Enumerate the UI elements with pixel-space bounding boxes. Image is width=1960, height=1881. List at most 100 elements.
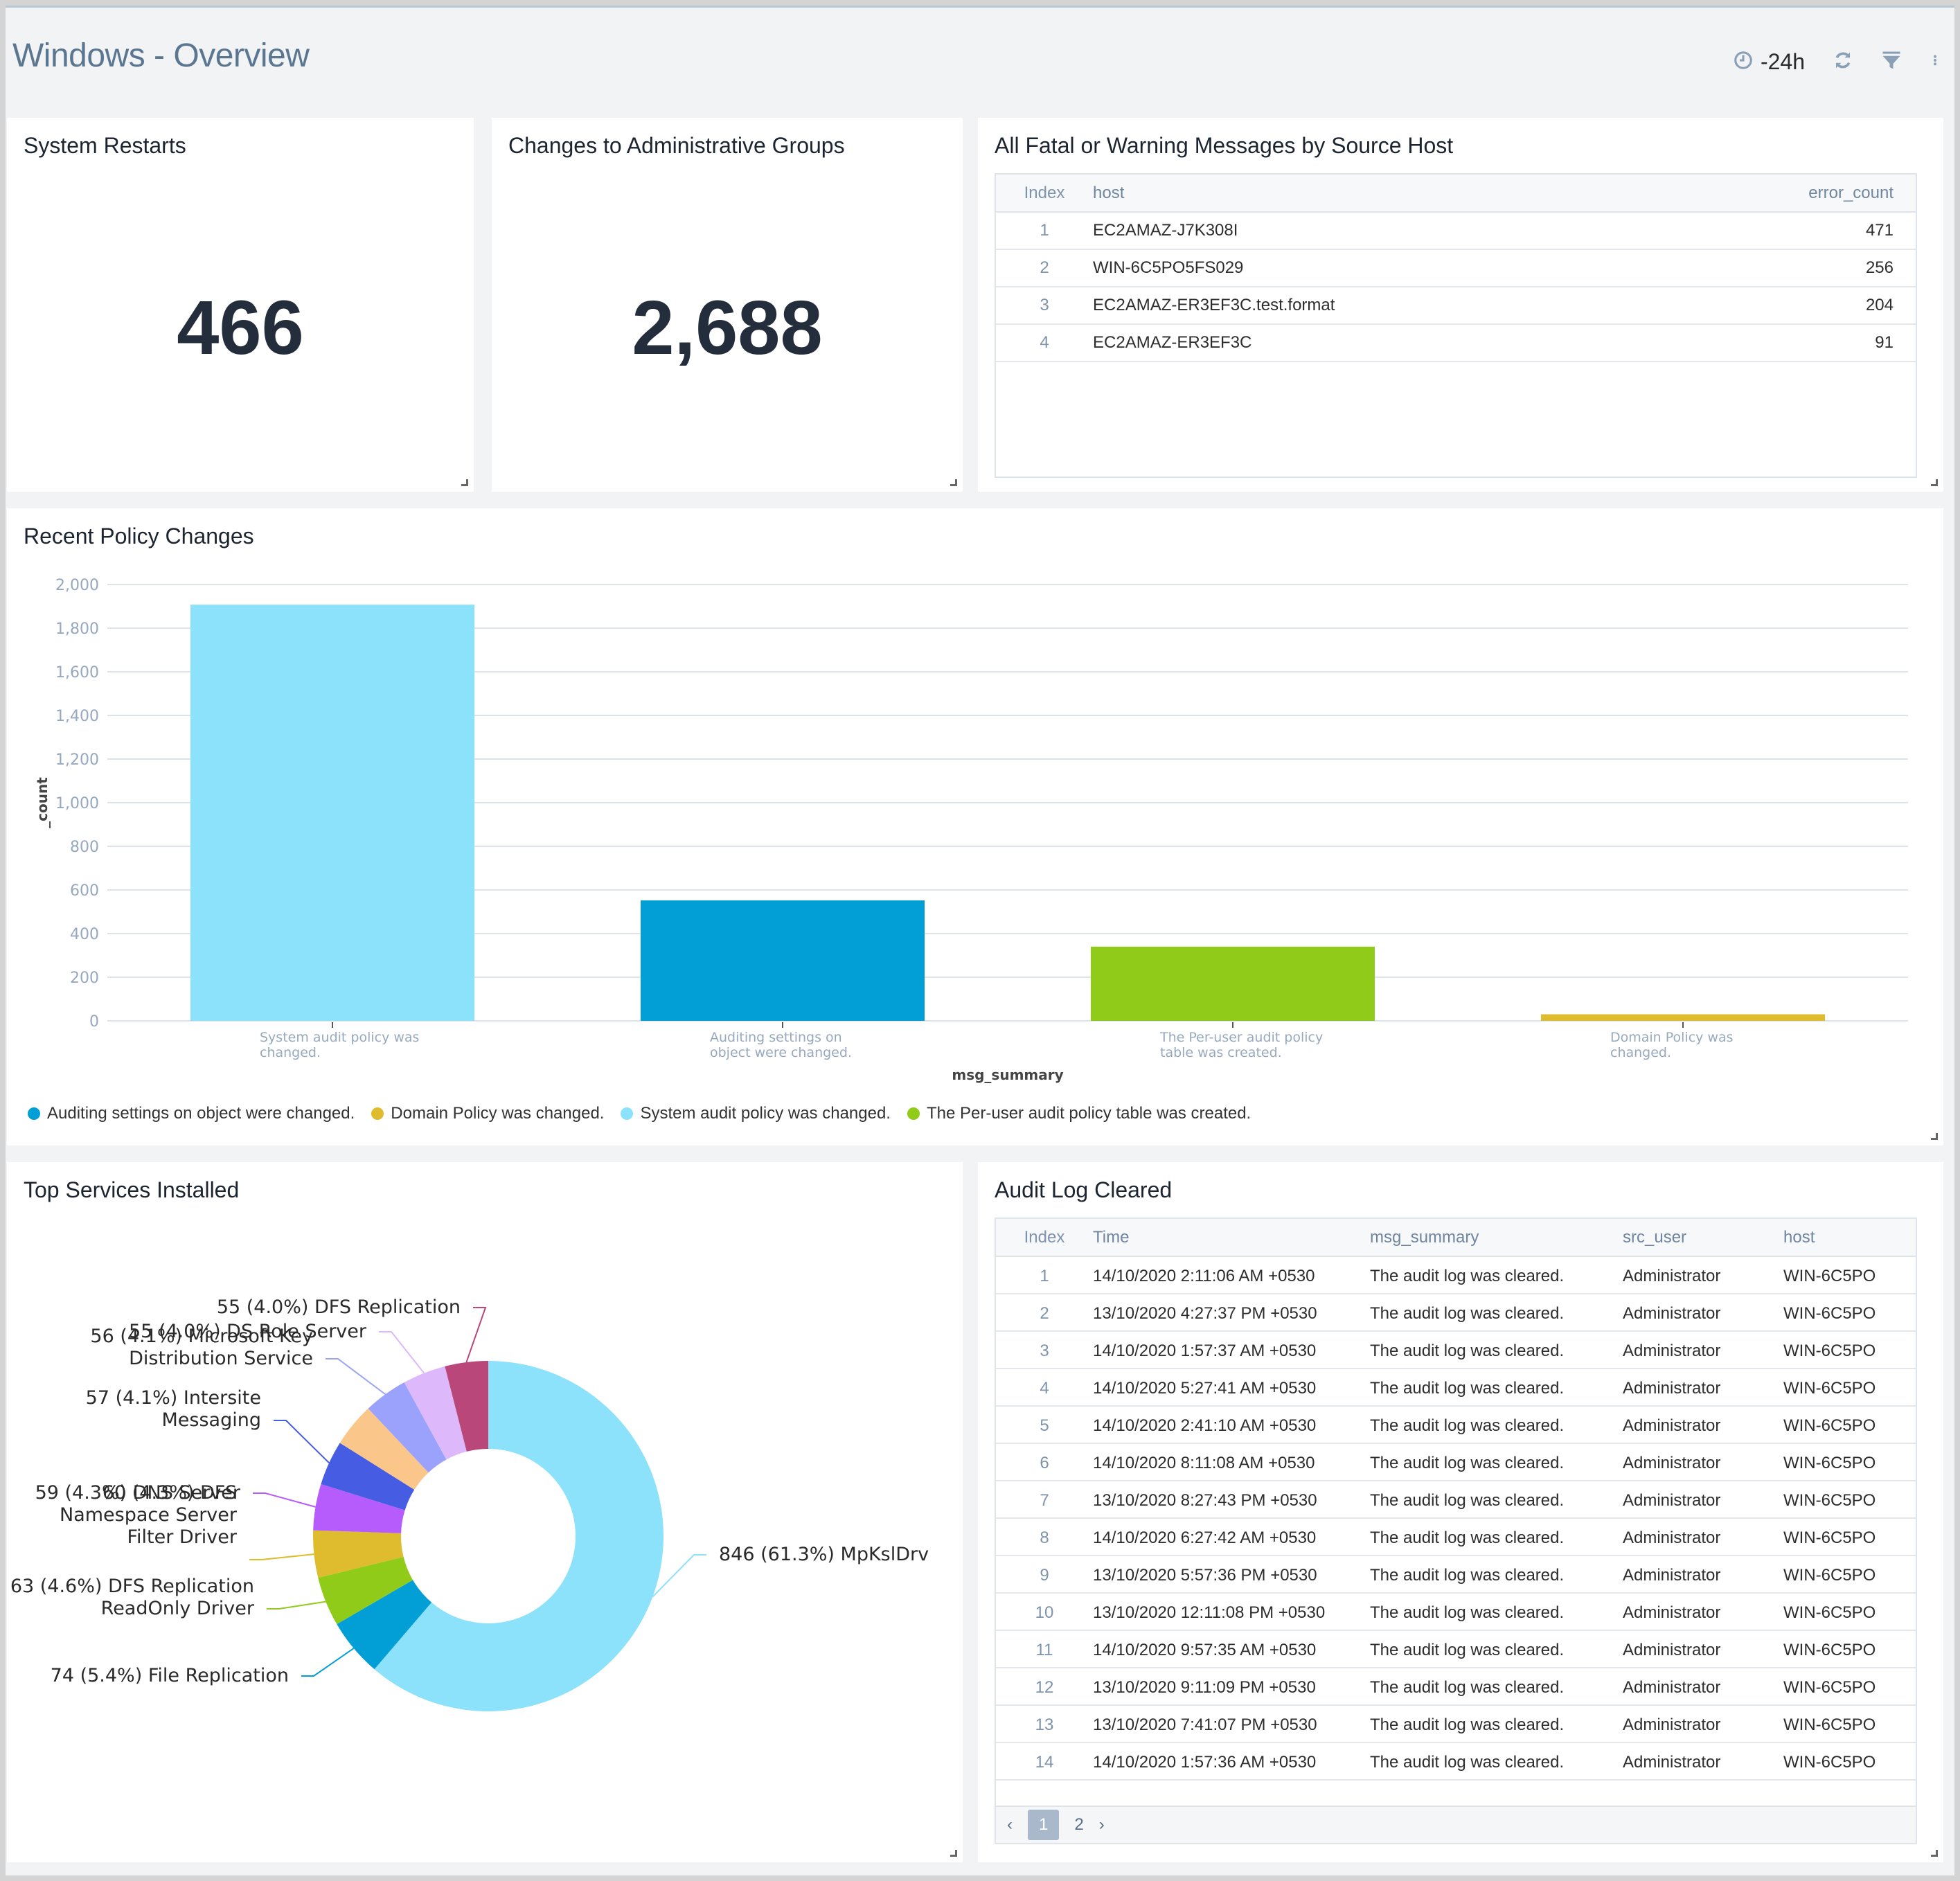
pagination: ‹ 1 2 › — [996, 1806, 1916, 1843]
row-time: 14/10/2020 8:11:08 AM +0530 — [1093, 1443, 1370, 1481]
row-src-user: Administrator — [1623, 1369, 1783, 1407]
table-row[interactable]: 3 EC2AMAZ-ER3EF3C.test.format 204 — [996, 287, 1916, 325]
row-host: EC2AMAZ-J7K308I — [1093, 212, 1664, 250]
row-host: WIN-6C5PO — [1783, 1331, 1916, 1369]
row-src-user: Administrator — [1623, 1443, 1783, 1481]
row-index: 4 — [996, 324, 1093, 362]
label-connector — [249, 1553, 314, 1560]
audit-log-table: Index Time msg_summary src_user host 1 1… — [995, 1218, 1917, 1844]
row-host: WIN-6C5PO — [1783, 1481, 1916, 1519]
slice-label: 59 (4.3%) DNS Server — [35, 1482, 241, 1504]
row-src-user: Administrator — [1623, 1668, 1783, 1706]
table-row[interactable]: 14 14/10/2020 1:57:36 AM +0530 The audit… — [996, 1742, 1916, 1781]
table-row[interactable]: 9 13/10/2020 5:57:36 PM +0530 The audit … — [996, 1555, 1916, 1594]
row-error-count: 91 — [1663, 324, 1916, 362]
table-row[interactable]: 4 14/10/2020 5:27:41 AM +0530 The audit … — [996, 1369, 1916, 1407]
row-host: EC2AMAZ-ER3EF3C.test.format — [1093, 287, 1664, 325]
column-header-host[interactable]: host — [1783, 1219, 1916, 1257]
table-row[interactable]: 6 14/10/2020 8:11:08 AM +0530 The audit … — [996, 1443, 1916, 1481]
row-msg-summary: The audit log was cleared. — [1370, 1555, 1623, 1594]
legend-item[interactable]: Auditing settings on object were changed… — [28, 1104, 355, 1123]
table-row[interactable]: 1 14/10/2020 2:11:06 AM +0530 The audit … — [996, 1256, 1916, 1294]
row-error-count: 471 — [1663, 212, 1916, 250]
row-index: 11 — [996, 1630, 1093, 1668]
row-msg-summary: The audit log was cleared. — [1370, 1294, 1623, 1332]
table-row[interactable]: 8 14/10/2020 6:27:42 AM +0530 The audit … — [996, 1518, 1916, 1556]
bar[interactable] — [1091, 946, 1375, 1021]
y-tick-label: 2,000 — [55, 577, 99, 594]
row-time: 14/10/2020 9:57:35 AM +0530 — [1093, 1630, 1370, 1668]
table-row[interactable]: 2 13/10/2020 4:27:37 PM +0530 The audit … — [996, 1294, 1916, 1332]
y-tick-label: 1,600 — [55, 664, 99, 681]
table-row[interactable]: 3 14/10/2020 1:57:37 AM +0530 The audit … — [996, 1331, 1916, 1369]
legend-item[interactable]: Domain Policy was changed. — [371, 1104, 604, 1123]
table-row[interactable]: 7 13/10/2020 8:27:43 PM +0530 The audit … — [996, 1481, 1916, 1519]
column-header-host[interactable]: host — [1093, 175, 1664, 213]
dashboard-header: Windows - Overview -24h — [6, 8, 1954, 118]
table-row[interactable]: 4 EC2AMAZ-ER3EF3C 91 — [996, 324, 1916, 362]
row-msg-summary: The audit log was cleared. — [1370, 1630, 1623, 1668]
top-services-donut-chart: 846 (61.3%) MpKslDrv 74 (5.4%) File Repli… — [10, 1296, 929, 1711]
bar[interactable] — [641, 900, 925, 1021]
pagination-page-1[interactable]: 1 — [1028, 1810, 1060, 1840]
bar[interactable] — [190, 604, 474, 1021]
table-row[interactable]: 11 14/10/2020 9:57:35 AM +0530 The audit… — [996, 1630, 1916, 1668]
panel-fatal-warning: All Fatal or Warning Messages by Source … — [978, 118, 1943, 492]
row-host: WIN-6C5PO — [1783, 1593, 1916, 1631]
more-options-button[interactable] — [1930, 50, 1941, 74]
refresh-button[interactable] — [1833, 50, 1853, 74]
row-host: WIN-6C5PO — [1783, 1256, 1916, 1294]
legend-item[interactable]: The Per-user audit policy table was crea… — [907, 1104, 1251, 1123]
row-time: 13/10/2020 9:11:09 PM +0530 — [1093, 1668, 1370, 1706]
pagination-prev-button[interactable]: ‹ — [1007, 1815, 1013, 1835]
row-src-user: Administrator — [1623, 1705, 1783, 1743]
bar[interactable] — [1541, 1014, 1825, 1021]
dashboard: Windows - Overview -24h System Restarts … — [6, 6, 1954, 1875]
y-tick-label: 0 — [89, 1013, 99, 1031]
column-header-index[interactable]: Index — [996, 1219, 1093, 1257]
table-row[interactable]: 12 13/10/2020 9:11:09 PM +0530 The audit… — [996, 1668, 1916, 1706]
column-header-index[interactable]: Index — [996, 175, 1093, 213]
slice-label: Messaging — [162, 1409, 261, 1431]
resize-handle[interactable] — [950, 479, 957, 486]
resize-handle[interactable] — [950, 1850, 957, 1857]
table-row[interactable]: 10 13/10/2020 12:11:08 PM +0530 The audi… — [996, 1593, 1916, 1631]
pagination-page-2[interactable]: 2 — [1074, 1815, 1083, 1835]
legend-item[interactable]: System audit policy was changed. — [621, 1104, 891, 1123]
table-row[interactable]: 2 WIN-6C5PO5FS029 256 — [996, 249, 1916, 287]
row-msg-summary: The audit log was cleared. — [1370, 1443, 1623, 1481]
row-index: 1 — [996, 212, 1093, 250]
row-index: 7 — [996, 1481, 1093, 1519]
row-index: 10 — [996, 1593, 1093, 1631]
y-tick-label: 1,800 — [55, 621, 99, 638]
slice-label: 55 (4.0%) DFS Replication — [217, 1296, 461, 1318]
column-header-time[interactable]: Time — [1093, 1219, 1370, 1257]
x-tick-label: object were changed. — [710, 1045, 852, 1060]
row-index: 8 — [996, 1518, 1093, 1556]
column-header-error-count[interactable]: error_count — [1663, 175, 1916, 213]
x-tick-label: The Per-user audit policy — [1159, 1030, 1323, 1045]
row-index: 13 — [996, 1705, 1093, 1743]
panel-title: Changes to Administrative Groups — [508, 133, 845, 158]
row-host: WIN-6C5PO — [1783, 1668, 1916, 1706]
row-time: 13/10/2020 12:11:08 PM +0530 — [1093, 1593, 1370, 1631]
resize-handle[interactable] — [461, 479, 468, 486]
row-host: WIN-6C5PO — [1783, 1705, 1916, 1743]
table-row[interactable]: 13 13/10/2020 7:41:07 PM +0530 The audit… — [996, 1705, 1916, 1743]
page-title: Windows - Overview — [12, 37, 310, 74]
resize-handle[interactable] — [1931, 479, 1938, 486]
table-row[interactable]: 5 14/10/2020 2:41:10 AM +0530 The audit … — [996, 1406, 1916, 1444]
resize-handle[interactable] — [1931, 1133, 1938, 1140]
time-range-button[interactable]: -24h — [1733, 49, 1805, 75]
label-connector — [253, 1492, 316, 1508]
resize-handle[interactable] — [1931, 1850, 1938, 1857]
filter-button[interactable] — [1881, 50, 1902, 74]
row-host: WIN-6C5PO — [1783, 1443, 1916, 1481]
table-row[interactable]: 1 EC2AMAZ-J7K308I 471 — [996, 212, 1916, 250]
column-header-msg-summary[interactable]: msg_summary — [1370, 1219, 1623, 1257]
pagination-next-button[interactable]: › — [1099, 1815, 1105, 1835]
column-header-src-user[interactable]: src_user — [1623, 1219, 1783, 1257]
x-axis-label: msg_summary — [952, 1067, 1063, 1083]
label-connector — [267, 1601, 326, 1610]
row-host: WIN-6C5PO — [1783, 1555, 1916, 1594]
